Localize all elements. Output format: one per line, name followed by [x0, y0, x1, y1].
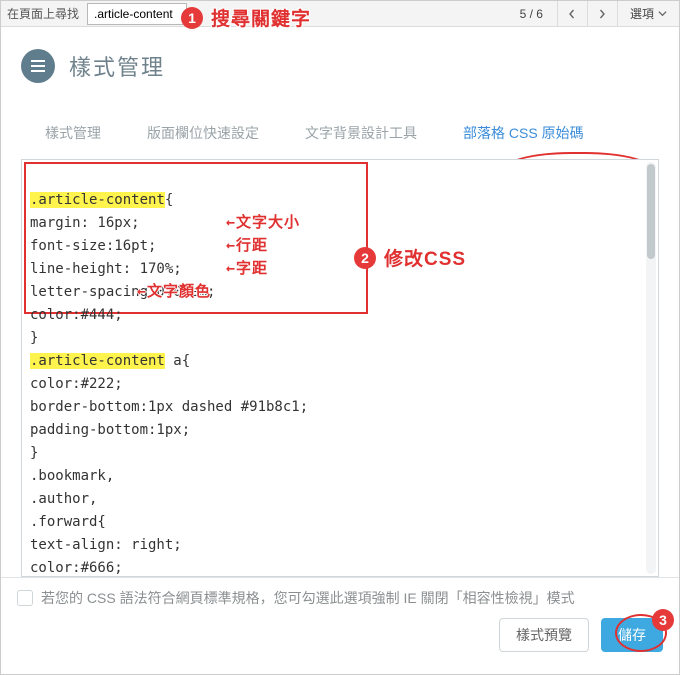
find-options-button[interactable]: 選項 — [617, 1, 679, 27]
page-header: 樣式管理 — [21, 49, 659, 83]
tabs: 樣式管理 版面欄位快速設定 文字背景設計工具 部落格 CSS 原始碼 — [45, 123, 659, 149]
find-next-button[interactable] — [587, 1, 617, 27]
chevron-down-icon — [658, 9, 667, 18]
find-bar: 在頁面上尋找 5 / 6 選項 — [1, 1, 679, 27]
find-prev-button[interactable] — [557, 1, 587, 27]
save-button[interactable]: 儲存 — [601, 618, 663, 652]
footer: 若您的 CSS 語法符合網頁標準規格，您可勾選此選項強制 IE 關閉「相容性檢視… — [1, 577, 679, 662]
css-code[interactable]: .article-content{ margin: 16px; font-siz… — [22, 160, 658, 576]
page-title: 樣式管理 — [69, 50, 165, 82]
find-count: 5 / 6 — [520, 7, 543, 21]
annotation-arrow-color: ←文字顏色 — [137, 280, 211, 303]
find-input[interactable] — [87, 3, 187, 25]
ie-compat-label: 若您的 CSS 語法符合網頁標準規格，您可勾選此選項強制 IE 關閉「相容性檢視… — [41, 588, 575, 608]
menu-icon — [31, 65, 45, 67]
preview-button[interactable]: 樣式預覽 — [499, 618, 589, 652]
menu-button[interactable] — [21, 49, 55, 83]
annotation-arrow-font-size: ←文字大小 — [226, 211, 300, 234]
chevron-left-icon — [567, 9, 577, 19]
tab-style-manage[interactable]: 樣式管理 — [45, 123, 101, 149]
find-options-label: 選項 — [630, 5, 654, 22]
chevron-right-icon — [597, 9, 607, 19]
find-label: 在頁面上尋找 — [1, 5, 87, 22]
tab-text-bg-tool[interactable]: 文字背景設計工具 — [305, 123, 417, 149]
css-editor[interactable]: .article-content{ margin: 16px; font-siz… — [21, 159, 659, 577]
annotation-arrow-letter-spacing: ←字距 — [226, 257, 268, 280]
annotation-arrow-line-height: ←行距 — [226, 234, 268, 257]
tab-blog-css-source[interactable]: 部落格 CSS 原始碼 — [463, 123, 584, 149]
ie-compat-checkbox[interactable] — [17, 590, 33, 606]
tab-layout-quick[interactable]: 版面欄位快速設定 — [147, 123, 259, 149]
